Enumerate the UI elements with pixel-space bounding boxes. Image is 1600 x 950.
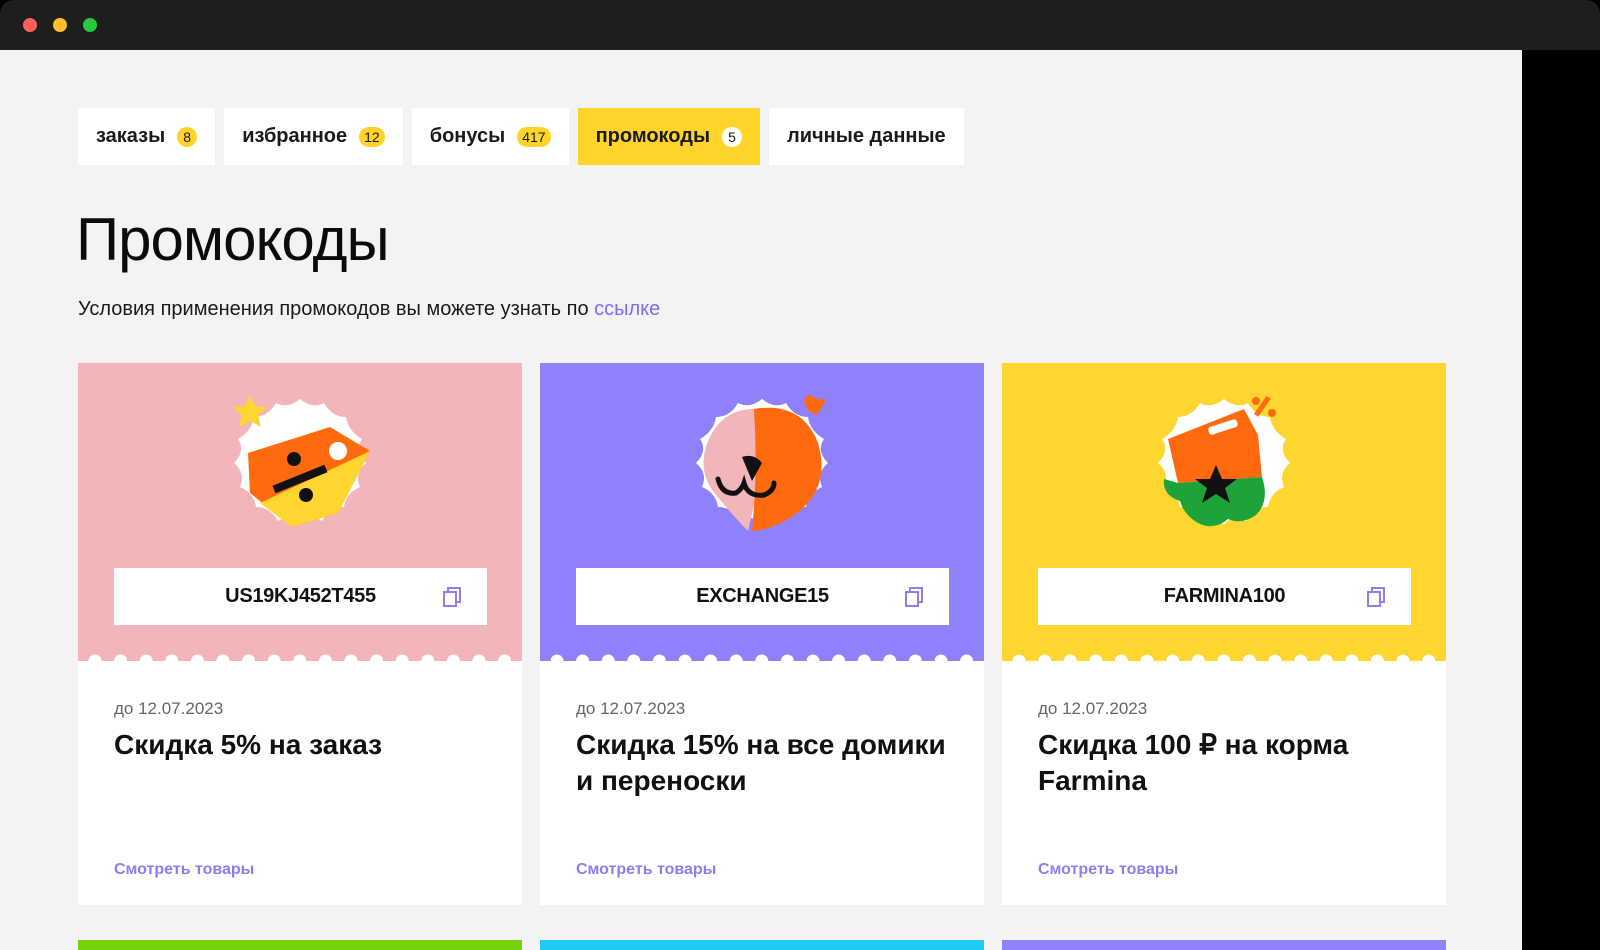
- promo-card-header: US19KJ452T455: [78, 363, 522, 661]
- promo-card-header: FARMINA100: [1002, 363, 1446, 661]
- minimize-window-button[interactable]: [53, 18, 67, 32]
- tab-label: личные данные: [787, 125, 946, 147]
- promo-card: FARMINA100 до 12.07.2023 Скидка 100 ₽ на…: [1002, 363, 1446, 905]
- promo-card: US19KJ452T455 до 12.07.2023 Скидка 5% на…: [78, 363, 522, 905]
- next-promo-card: [540, 940, 984, 950]
- terms-link[interactable]: ссылке: [594, 298, 660, 320]
- maximize-window-button[interactable]: [83, 18, 97, 32]
- ticket-edge: [78, 653, 522, 665]
- tab-count-badge: 12: [359, 126, 385, 147]
- copy-icon[interactable]: [1365, 586, 1387, 608]
- page-content: заказы 8 избранное 12 бонусы 417 промоко…: [0, 50, 1522, 950]
- account-tabs: заказы 8 избранное 12 бонусы 417 промоко…: [78, 108, 964, 165]
- next-promo-card: [1002, 940, 1446, 950]
- discount-tag-icon: [233, 395, 370, 527]
- subtitle-text: Условия применения промокодов вы можете …: [78, 298, 595, 320]
- ticket-edge: [540, 653, 984, 665]
- promo-code: US19KJ452T455: [225, 585, 376, 607]
- expiry-date: до 12.07.2023: [576, 699, 686, 718]
- page-title: Промокоды: [76, 206, 390, 273]
- tab-bonuses[interactable]: бонусы 417: [411, 108, 569, 165]
- promo-card-header: EXCHANGE15: [540, 363, 984, 661]
- view-products-link[interactable]: Смотреть товары: [114, 861, 254, 879]
- tab-promocodes[interactable]: промокоды 5: [577, 108, 761, 165]
- expiry-date: до 12.07.2023: [114, 699, 224, 718]
- tab-count-badge: 417: [517, 126, 551, 147]
- close-window-button[interactable]: [23, 18, 37, 32]
- ticket-edge: [1002, 653, 1446, 665]
- view-products-link[interactable]: Смотреть товары: [1038, 861, 1178, 879]
- expiry-date: до 12.07.2023: [1038, 699, 1148, 718]
- tab-favorites[interactable]: избранное 12: [224, 108, 403, 165]
- promo-code: FARMINA100: [1163, 585, 1286, 607]
- offer-title: Скидка 15% на все домики и переноски: [576, 729, 946, 796]
- tab-label: бонусы: [429, 125, 506, 147]
- food-bag-icon: [1158, 395, 1290, 527]
- view-products-link[interactable]: Смотреть товары: [576, 861, 716, 879]
- tab-count-badge: 5: [722, 126, 743, 147]
- promo-code-field[interactable]: US19KJ452T455: [114, 568, 487, 625]
- window-titlebar: [0, 0, 1600, 50]
- pet-face-icon: [696, 395, 828, 531]
- page-subtitle: Условия применения промокодов вы можете …: [78, 298, 660, 321]
- promo-code: EXCHANGE15: [696, 585, 829, 607]
- copy-icon[interactable]: [903, 586, 925, 608]
- tab-orders[interactable]: заказы 8: [78, 108, 216, 165]
- offer-title: Скидка 100 ₽ на корма Farmina: [1038, 729, 1349, 796]
- promo-code-field[interactable]: FARMINA100: [1038, 568, 1411, 625]
- next-promo-card: [78, 940, 522, 950]
- tab-label: промокоды: [595, 125, 711, 147]
- promo-code-field[interactable]: EXCHANGE15: [576, 568, 949, 625]
- offer-title: Скидка 5% на заказ: [114, 729, 383, 760]
- tab-personal-data[interactable]: личные данные: [769, 108, 964, 165]
- copy-icon[interactable]: [441, 586, 463, 608]
- tab-count-badge: 8: [177, 126, 198, 147]
- tab-label: избранное: [242, 125, 348, 147]
- promo-card: EXCHANGE15 до 12.07.2023 Скидка 15% на в…: [540, 363, 984, 905]
- tab-label: заказы: [96, 125, 166, 147]
- browser-window: заказы 8 избранное 12 бонусы 417 промоко…: [0, 0, 1600, 950]
